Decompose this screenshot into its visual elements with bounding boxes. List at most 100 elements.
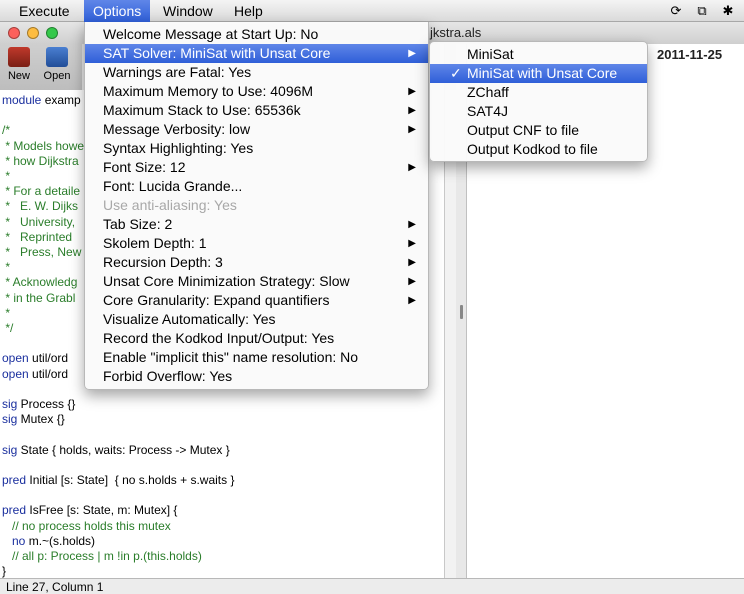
code-line: * in the Grabl bbox=[2, 290, 75, 307]
code-text: // all p: Process | m !in p.(this.holds) bbox=[2, 549, 202, 563]
sat-solver-option-label: ZChaff bbox=[467, 84, 509, 100]
sat-solver-option[interactable]: ✓ MiniSat with Unsat Core bbox=[430, 64, 647, 83]
submenu-arrow-icon: ▶ bbox=[408, 219, 416, 230]
sat-solver-option[interactable]: SAT4J bbox=[430, 102, 647, 121]
options-menu-item[interactable]: Warnings are Fatal: Yes bbox=[85, 63, 428, 82]
code-text: * Reprinted bbox=[2, 229, 73, 244]
options-menu-item[interactable]: SAT Solver: MiniSat with Unsat Core ▶ bbox=[85, 44, 428, 63]
message-pane-header: 2011-11-25 bbox=[657, 47, 723, 62]
options-menu-item[interactable]: Enable "implicit this" name resolution: … bbox=[85, 348, 428, 367]
code-text: examp bbox=[41, 93, 81, 107]
menu-item-label: Visualize Automatically: Yes bbox=[103, 311, 276, 327]
code-text: * how Dijkstra bbox=[2, 153, 79, 168]
code-line: sig Mutex {} bbox=[2, 411, 65, 428]
sat-solver-option-label: SAT4J bbox=[467, 103, 508, 119]
cursor-position: Line 27, Column 1 bbox=[6, 580, 104, 594]
window-icon[interactable]: ⧉ bbox=[694, 3, 710, 19]
bluetooth-icon[interactable]: ✱ bbox=[720, 3, 736, 19]
options-menu-item[interactable]: Font: Lucida Grande... bbox=[85, 177, 428, 196]
options-menu-item[interactable]: Record the Kodkod Input/Output: Yes bbox=[85, 329, 428, 348]
code-keyword: sig bbox=[2, 412, 18, 427]
sync-icon[interactable]: ⟳ bbox=[668, 3, 684, 19]
code-line: module examp bbox=[2, 92, 81, 109]
sat-solver-option-label: Output CNF to file bbox=[467, 122, 580, 138]
menu-item-label: Record the Kodkod Input/Output: Yes bbox=[103, 330, 335, 346]
code-line: pred Initial [s: State] { no s.holds + s… bbox=[2, 472, 234, 489]
options-menu-item[interactable]: Core Granularity: Expand quantifiers ▶ bbox=[85, 291, 428, 310]
code-text: Process {} bbox=[17, 397, 76, 411]
menu-item-label: Font Size: 12 bbox=[103, 159, 186, 175]
submenu-arrow-icon: ▶ bbox=[408, 295, 416, 306]
code-text: IsFree [s: State, m: Mutex] { bbox=[26, 503, 178, 518]
options-menu-item[interactable]: Maximum Stack to Use: 65536k ▶ bbox=[85, 101, 428, 120]
submenu-arrow-icon: ▶ bbox=[408, 124, 416, 135]
code-text: // no process holds this mutex bbox=[2, 518, 171, 533]
code-text: * bbox=[2, 169, 11, 183]
code-text: State { holds, waits: Process -> Mutex } bbox=[17, 442, 230, 457]
options-menu-item[interactable]: Welcome Message at Start Up: No bbox=[85, 25, 428, 44]
code-text: */ bbox=[2, 321, 14, 335]
code-text: * University, bbox=[2, 214, 76, 229]
code-keyword: open bbox=[2, 351, 29, 366]
code-keyword: sig bbox=[2, 397, 18, 411]
menu-execute[interactable]: Execute bbox=[10, 0, 79, 22]
options-menu-item[interactable]: Skolem Depth: 1 ▶ bbox=[85, 234, 428, 253]
splitter-grip-icon[interactable] bbox=[460, 305, 463, 319]
code-text: * bbox=[2, 305, 11, 320]
menu-item-label: Message Verbosity: low bbox=[103, 121, 251, 137]
sat-solver-option[interactable]: Output Kodkod to file bbox=[430, 140, 647, 159]
menu-item-label: Maximum Stack to Use: 65536k bbox=[103, 102, 301, 118]
code-line: // all p: Process | m !in p.(this.holds) bbox=[2, 548, 202, 565]
editor-scrollbar[interactable] bbox=[444, 90, 456, 578]
menu-item-label: Unsat Core Minimization Strategy: Slow bbox=[103, 273, 350, 289]
menu-item-label: Skolem Depth: 1 bbox=[103, 235, 207, 251]
menu-item-label: Enable "implicit this" name resolution: … bbox=[103, 349, 359, 365]
code-keyword: pred bbox=[2, 473, 27, 487]
code-text: * Models howe bbox=[2, 138, 85, 153]
options-menu-item[interactable]: Font Size: 12 ▶ bbox=[85, 158, 428, 177]
window-title: jkstra.als bbox=[430, 25, 482, 40]
minimize-window-button[interactable] bbox=[27, 27, 39, 39]
options-menu-item[interactable]: Forbid Overflow: Yes bbox=[85, 367, 428, 386]
close-window-button[interactable] bbox=[8, 27, 20, 39]
new-file-icon bbox=[8, 47, 30, 67]
options-menu-item[interactable]: Message Verbosity: low ▶ bbox=[85, 120, 428, 139]
menu-item-label: Welcome Message at Start Up: No bbox=[103, 26, 319, 42]
sat-solver-option-label: Output Kodkod to file bbox=[467, 141, 598, 157]
new-button[interactable]: New bbox=[2, 46, 36, 88]
menu-item-label: SAT Solver: MiniSat with Unsat Core bbox=[103, 45, 331, 61]
sat-solver-option[interactable]: ZChaff bbox=[430, 83, 647, 102]
code-text: * Press, New bbox=[2, 245, 82, 259]
zoom-window-button[interactable] bbox=[46, 27, 58, 39]
menu-help[interactable]: Help bbox=[225, 0, 272, 22]
open-button[interactable]: Open bbox=[40, 46, 74, 88]
options-menu-item[interactable]: Tab Size: 2 ▶ bbox=[85, 215, 428, 234]
submenu-arrow-icon: ▶ bbox=[408, 162, 416, 173]
submenu-arrow-icon: ▶ bbox=[408, 276, 416, 287]
open-folder-icon bbox=[46, 47, 68, 67]
options-menu-item[interactable]: Recursion Depth: 3 ▶ bbox=[85, 253, 428, 272]
menu-options[interactable]: Options bbox=[84, 0, 151, 22]
code-keyword: pred bbox=[2, 503, 27, 518]
options-menu-item[interactable]: Maximum Memory to Use: 4096M ▶ bbox=[85, 82, 428, 101]
options-menu-item[interactable]: Visualize Automatically: Yes bbox=[85, 310, 428, 329]
menu-item-label: Syntax Highlighting: Yes bbox=[103, 140, 254, 156]
sat-solver-option[interactable]: MiniSat bbox=[430, 45, 647, 64]
options-menu: Welcome Message at Start Up: No SAT Solve… bbox=[84, 22, 429, 390]
options-menu-item[interactable]: Syntax Highlighting: Yes bbox=[85, 139, 428, 158]
sat-solver-option-label: MiniSat bbox=[467, 46, 514, 62]
options-menu-item[interactable]: Unsat Core Minimization Strategy: Slow ▶ bbox=[85, 272, 428, 291]
code-line: * how Dijkstra bbox=[2, 153, 79, 170]
toolbar: New Open bbox=[0, 44, 82, 90]
menu-item-label: Forbid Overflow: Yes bbox=[103, 368, 233, 384]
code-text: util/ord bbox=[28, 351, 69, 366]
code-line: */ bbox=[2, 320, 13, 337]
code-text: Initial [s: State] { no s.holds + s.wait… bbox=[26, 473, 235, 487]
code-text: * For a detaile bbox=[2, 184, 81, 199]
menu-window[interactable]: Window bbox=[154, 0, 222, 22]
submenu-arrow-icon: ▶ bbox=[408, 238, 416, 249]
code-keyword: module bbox=[2, 93, 42, 107]
code-keyword: open bbox=[2, 366, 29, 381]
new-button-label: New bbox=[7, 70, 30, 82]
sat-solver-option[interactable]: Output CNF to file bbox=[430, 121, 647, 140]
